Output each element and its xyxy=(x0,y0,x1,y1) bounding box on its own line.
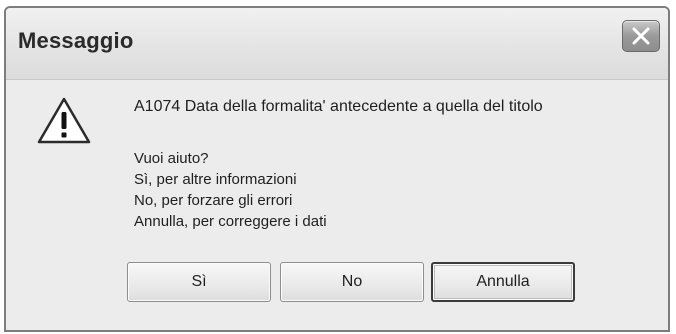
button-row: Sì No Annulla xyxy=(6,262,668,306)
dialog-body: A1074 Data della formalita' antecedente … xyxy=(6,80,668,330)
message-line-yes: Sì, per altre informazioni xyxy=(134,171,297,188)
close-button[interactable] xyxy=(622,20,660,52)
message-options: Vuoi aiuto? Sì, per altre informazioni N… xyxy=(134,148,327,232)
message-line-no: No, per forzare gli errori xyxy=(134,192,293,209)
dialog-title: Messaggio xyxy=(18,28,134,53)
title-bar[interactable]: Messaggio xyxy=(6,8,668,80)
close-icon xyxy=(630,25,652,47)
message-dialog: Messaggio A1074 Data della formalita' an… xyxy=(4,6,670,332)
no-button[interactable]: No xyxy=(280,262,424,302)
cancel-button[interactable]: Annulla xyxy=(431,262,575,302)
message-main-text: A1074 Data della formalita' antecedente … xyxy=(134,98,543,115)
warning-icon xyxy=(36,96,92,146)
yes-button[interactable]: Sì xyxy=(127,262,271,302)
message-line-question: Vuoi aiuto? xyxy=(134,150,209,167)
message-line-cancel: Annulla, per correggere i dati xyxy=(134,213,327,230)
